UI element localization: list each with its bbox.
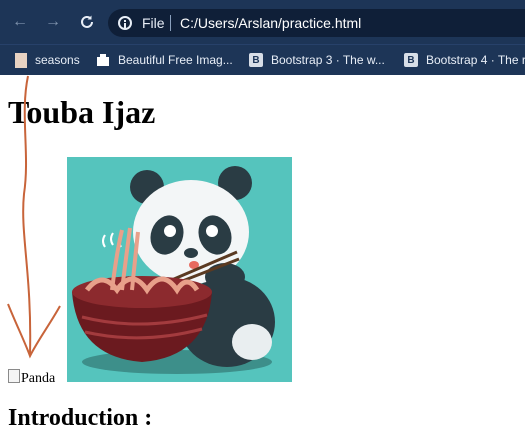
broken-image: Panda (8, 369, 55, 387)
section-heading-introduction: Introduction : (8, 405, 153, 431)
bootstrap-icon: B (404, 53, 418, 67)
info-icon[interactable] (118, 16, 132, 30)
address-bar[interactable]: File C:/Users/Arslan/practice.html (108, 9, 525, 37)
forward-arrow-icon[interactable]: → (44, 13, 62, 31)
panda-illustration (72, 166, 275, 374)
bookmark-beautiful-free-images[interactable]: Beautiful Free Imag... (96, 51, 233, 69)
panda-image (67, 157, 292, 382)
bookmark-label: Bootstrap 4 · The r (426, 53, 525, 67)
camera-icon (96, 53, 110, 67)
reload-icon[interactable] (78, 13, 96, 31)
bootstrap-icon: B (249, 53, 263, 67)
browser-toolbar: ← → File C:/Users/Arslan/practice.html (0, 0, 525, 44)
bookmark-label: seasons (35, 53, 80, 67)
back-arrow-icon[interactable]: ← (11, 13, 29, 31)
bookmark-seasons[interactable]: seasons (15, 51, 80, 69)
broken-image-icon (8, 369, 20, 383)
address-scheme-label: File (142, 15, 165, 31)
page-title: Touba Ijaz (8, 94, 156, 130)
address-divider (170, 15, 171, 31)
bookmark-bootstrap-4[interactable]: B Bootstrap 4 · The r (404, 51, 525, 69)
bookmarks-bar: seasons Beautiful Free Imag... B Bootstr… (0, 44, 525, 75)
bookmark-bootstrap-3[interactable]: B Bootstrap 3 · The w... (249, 51, 385, 69)
address-url[interactable]: C:/Users/Arslan/practice.html (180, 15, 361, 31)
bookmark-label: Bootstrap 3 · The w... (271, 53, 385, 67)
broken-image-alt-text: Panda (21, 371, 56, 386)
bookmark-label: Beautiful Free Imag... (118, 53, 233, 67)
page-icon (15, 52, 27, 68)
